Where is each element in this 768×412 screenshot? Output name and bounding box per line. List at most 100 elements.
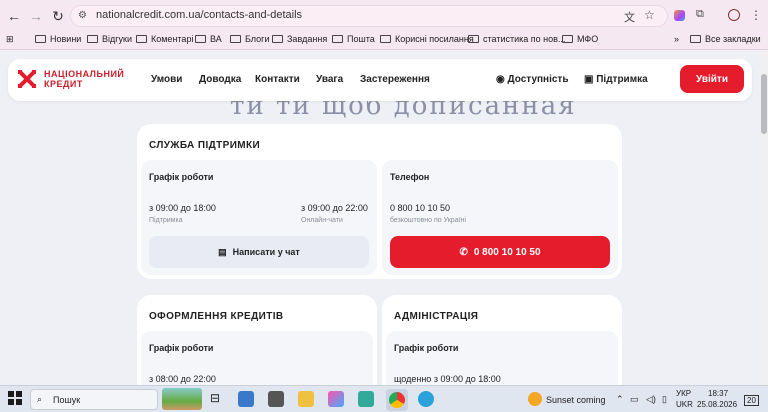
accessibility-label: Доступність: [507, 74, 569, 85]
nav-dovidka[interactable]: Доводка: [199, 74, 241, 85]
folder-icon: [230, 35, 241, 43]
support-link[interactable]: ▣ Підтримка: [584, 74, 648, 85]
phone-caption: безкоштовно по Україні: [390, 217, 466, 224]
notification-badge[interactable]: 20: [744, 395, 759, 406]
nav-zasterezhennia[interactable]: Застереження: [360, 74, 430, 85]
taskbar: ⌕ Пошук ⊟ Sunset coming ⌃ ▭ ◁) ▯ УКР UKR…: [0, 385, 768, 412]
chrome-taskbar-button[interactable]: [386, 389, 408, 411]
folder-icon: [690, 35, 701, 43]
telegram-icon[interactable]: [418, 391, 434, 407]
phone-icon: ✆: [459, 246, 468, 258]
chat-hours: з 09:00 до 22:00: [301, 203, 368, 213]
bookmark-statystyka[interactable]: статистика по нов...: [468, 34, 565, 44]
widgets-image-icon[interactable]: [162, 388, 202, 410]
logo-icon[interactable]: [16, 68, 38, 90]
battery-icon[interactable]: ▯: [662, 394, 667, 405]
bookmark-star-icon[interactable]: ☆: [644, 8, 655, 22]
bookmark-korysni[interactable]: Корисні посилання: [380, 34, 474, 44]
extension-icon[interactable]: [674, 10, 685, 21]
nav-umovy[interactable]: Умови: [151, 74, 182, 85]
support-phone-block: Телефон 0 800 10 10 50 безкоштовно по Ук…: [382, 160, 618, 275]
taskbar-search[interactable]: ⌕ Пошук: [30, 389, 158, 410]
support-hours-caption: Підтримка: [149, 217, 183, 224]
bookmark-label: ВА: [210, 34, 222, 44]
menu-dots-icon[interactable]: ⋮: [750, 8, 762, 22]
support-card: СЛУЖБА ПІДТРИМКИ Графік роботи з 09:00 д…: [137, 124, 622, 279]
login-button[interactable]: Увійти: [680, 65, 744, 93]
extensions-puzzle-icon[interactable]: ⧉: [696, 8, 704, 21]
tray-arrow-icon[interactable]: ⌃: [616, 394, 624, 405]
bookmark-novyny[interactable]: Новини: [35, 34, 81, 44]
bookmark-label: Все закладки: [705, 34, 761, 44]
bookmark-label: Пошта: [347, 34, 375, 44]
bookmark-poshta[interactable]: Пошта: [332, 34, 375, 44]
translate-icon[interactable]: 文: [624, 9, 635, 25]
windows-start-icon[interactable]: [8, 391, 24, 407]
admin-card-title: АДМІНІСТРАЦІЯ: [394, 311, 479, 322]
bookmark-label: Завдання: [287, 34, 328, 44]
credit-card: ОФОРМЛЕННЯ КРЕДИТІВ Графік роботи з 08:0…: [137, 295, 377, 385]
call-button-label: 0 800 10 10 50: [473, 246, 541, 258]
bookmark-label: Корисні посилання: [395, 34, 474, 44]
sunset-weather-icon[interactable]: [528, 392, 542, 406]
nav-kontakty[interactable]: Контакти: [255, 74, 300, 85]
file-explorer-icon[interactable]: [298, 391, 314, 407]
store-icon[interactable]: [238, 391, 254, 407]
nav-uvaga[interactable]: Увага: [316, 74, 343, 85]
bookmark-blogy[interactable]: Блоги: [230, 34, 269, 44]
language-line-1[interactable]: УКР: [676, 389, 691, 398]
network-icon[interactable]: ▭: [630, 394, 639, 405]
bookmark-vidguky[interactable]: Відгуки: [87, 34, 132, 44]
site-header: НАЦІОНАЛЬНИЙ КРЕДИТ Умови Доводка Контак…: [8, 59, 752, 101]
bookmark-mfo[interactable]: МФО: [562, 34, 598, 44]
support-card-title: СЛУЖБА ПІДТРИМКИ: [149, 140, 261, 151]
task-view-icon[interactable]: ⊟: [210, 391, 226, 407]
eye-icon: ◉: [496, 74, 505, 85]
weather-text[interactable]: Sunset coming: [546, 395, 606, 405]
folder-icon: [272, 35, 283, 43]
support-label: Підтримка: [596, 74, 648, 85]
apps-grid-icon[interactable]: ⊞: [6, 34, 14, 45]
folder-icon: [195, 35, 206, 43]
accessibility-link[interactable]: ◉ Доступність: [496, 74, 568, 85]
call-button[interactable]: ✆ 0 800 10 10 50: [390, 236, 610, 268]
credit-hours: з 08:00 до 22:00: [149, 374, 216, 384]
bookmarks-overflow-icon[interactable]: »: [674, 34, 679, 44]
chat-hours-caption: Онлайн-чати: [301, 217, 343, 224]
folder-icon: [35, 35, 46, 43]
bookmark-label: Відгуки: [102, 34, 133, 44]
forward-icon[interactable]: →: [26, 6, 46, 26]
folder-icon: [562, 35, 573, 43]
search-icon: ⌕: [37, 394, 43, 404]
chat-bubble-icon: ▤: [218, 246, 227, 257]
copilot-icon[interactable]: [328, 391, 344, 407]
page-viewport: ти ти щоб дописанная НАЦІОНАЛЬНИЙ КРЕДИТ…: [0, 51, 768, 385]
schedule-title: Графік роботи: [149, 172, 214, 182]
bookmark-komentari[interactable]: Коментарі: [136, 34, 193, 44]
site-info-icon[interactable]: ⚙: [78, 10, 87, 21]
bookmark-label: статистика по нов...: [483, 34, 566, 44]
clock-date[interactable]: 25.08.2026: [697, 400, 737, 409]
scrollbar-thumb[interactable]: [761, 74, 767, 134]
bookmarks-bar: ⊞ Новини Відгуки Коментарі ВА Блоги Завд…: [0, 32, 768, 50]
all-bookmarks[interactable]: Все закладки: [690, 34, 761, 44]
notes-icon[interactable]: [358, 391, 374, 407]
phone-number: 0 800 10 10 50: [390, 203, 451, 213]
language-line-2[interactable]: UKR: [676, 400, 693, 409]
calculator-icon[interactable]: [268, 391, 284, 407]
bookmark-va[interactable]: ВА: [195, 34, 222, 44]
reload-icon[interactable]: ↻: [48, 6, 68, 26]
chat-icon: ▣: [584, 74, 594, 85]
profile-icon[interactable]: [728, 9, 740, 21]
folder-icon: [87, 35, 98, 43]
write-chat-button[interactable]: ▤ Написати у чат: [149, 236, 369, 268]
bookmark-zavdannia[interactable]: Завдання: [272, 34, 327, 44]
logo-line-2: КРЕДИТ: [44, 79, 83, 89]
clock-time[interactable]: 18:37: [708, 389, 728, 398]
folder-icon: [380, 35, 391, 43]
credit-schedule-block: Графік роботи з 08:00 до 22:00: [141, 331, 373, 385]
volume-icon[interactable]: ◁): [646, 394, 656, 405]
logo-text[interactable]: НАЦІОНАЛЬНИЙ КРЕДИТ: [44, 69, 124, 89]
bookmark-label: Коментарі: [151, 34, 194, 44]
back-icon[interactable]: ←: [4, 6, 24, 26]
